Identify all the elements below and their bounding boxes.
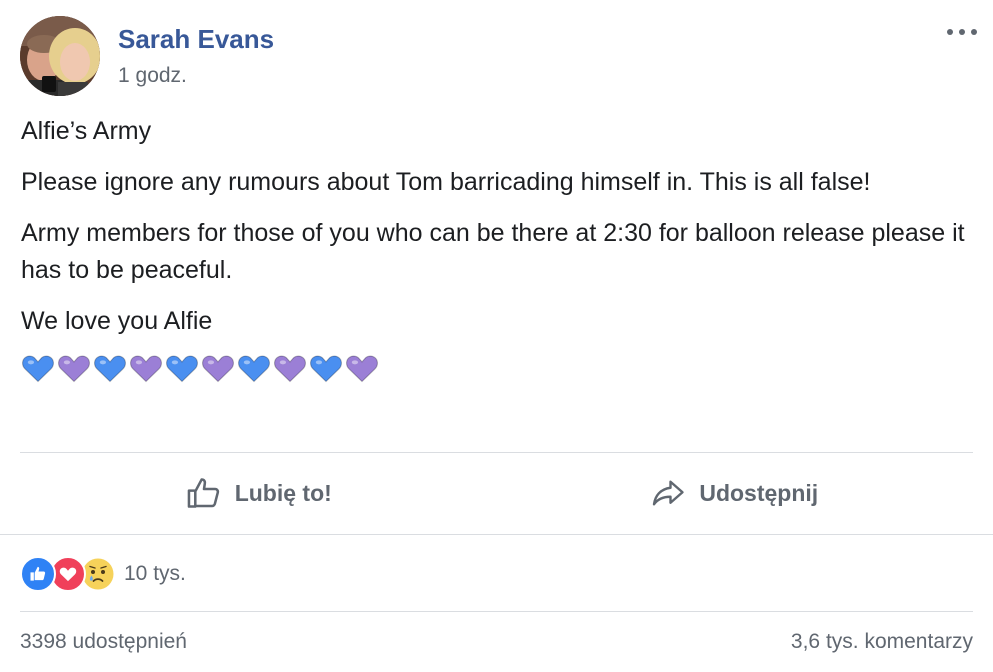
share-button[interactable]: Udostępnij: [497, 452, 974, 534]
post-paragraph-title: Alfie’s Army: [21, 117, 152, 145]
purple-heart-emoji: [346, 355, 378, 383]
like-reaction-icon: [20, 556, 56, 592]
share-count-link[interactable]: 3398 udostępnień: [20, 630, 187, 654]
dot: [959, 29, 965, 35]
post-meta: Sarah Evans 1 godz.: [118, 24, 274, 89]
engagement-stats: 3398 udostępnień 3,6 tys. komentarzy: [20, 630, 973, 654]
divider: [0, 534, 993, 535]
purple-heart-emoji: [130, 355, 162, 383]
blue-heart-emoji: [310, 355, 342, 383]
dot: [971, 29, 977, 35]
purple-heart-emoji: [58, 355, 90, 383]
post-paragraph: Army members for those of you who can be…: [21, 219, 965, 284]
post-timestamp[interactable]: 1 godz.: [118, 63, 274, 89]
thumbs-up-icon: [187, 478, 219, 508]
share-arrow-icon: [653, 480, 685, 506]
share-label: Udostępnij: [699, 479, 819, 506]
divider: [20, 611, 973, 612]
reaction-count: 10 tys.: [124, 562, 186, 585]
comment-count-link[interactable]: 3,6 tys. komentarzy: [791, 630, 973, 654]
action-bar: Lubię to! Udostępnij: [20, 452, 973, 534]
blue-heart-emoji: [166, 355, 198, 383]
post-text: Alfie’s Army Please ignore any rumours a…: [21, 113, 976, 384]
like-label: Lubię to!: [234, 479, 332, 506]
blue-heart-emoji: [94, 355, 126, 383]
avatar-photo: [20, 16, 100, 96]
blue-heart-emoji: [238, 355, 270, 383]
dot: [947, 29, 953, 35]
avatar[interactable]: [20, 16, 100, 96]
post-paragraph: We love you Alfie: [21, 307, 213, 335]
reaction-summary[interactable]: 10 tys.: [20, 556, 186, 592]
blue-heart-emoji: [22, 355, 54, 383]
author-name[interactable]: Sarah Evans: [118, 24, 274, 54]
post-header: Sarah Evans 1 godz.: [20, 16, 274, 96]
post-paragraph: Please ignore any rumours about Tom barr…: [21, 168, 871, 196]
purple-heart-emoji: [202, 355, 234, 383]
feed-post: Sarah Evans 1 godz. Alfie’s Army Please …: [0, 0, 993, 672]
ellipsis-icon[interactable]: [947, 22, 977, 42]
purple-heart-emoji: [274, 355, 306, 383]
like-button[interactable]: Lubię to!: [20, 452, 497, 534]
heart-emoji-row: [21, 352, 976, 384]
